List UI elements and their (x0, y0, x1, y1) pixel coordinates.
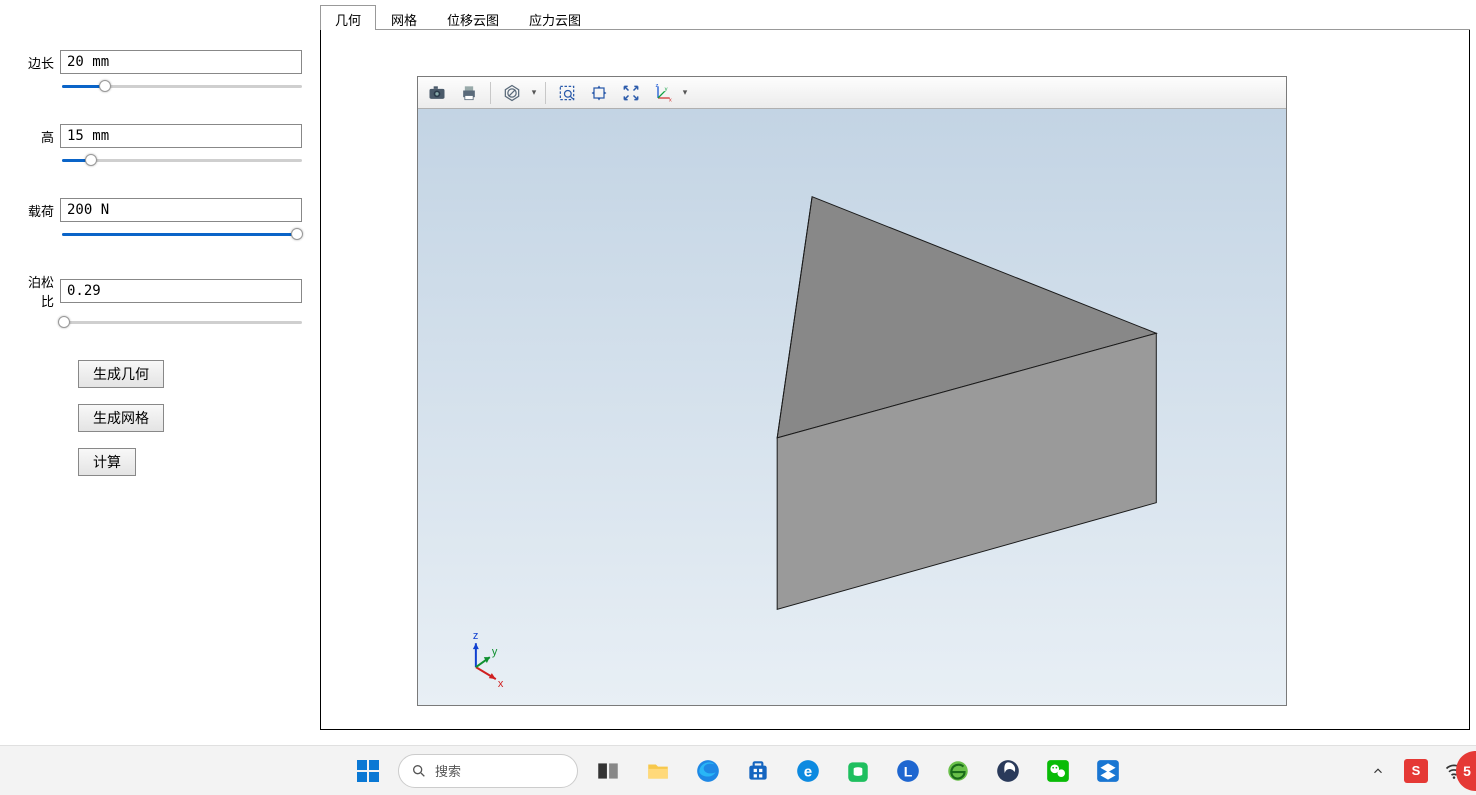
zoom-box-icon[interactable] (552, 79, 582, 107)
start-button[interactable] (348, 751, 388, 791)
poisson-slider[interactable] (62, 316, 302, 330)
tab-geometry[interactable]: 几何 (320, 5, 376, 30)
tab-displacement[interactable]: 位移云图 (432, 5, 514, 30)
dropdown-arrow-icon[interactable]: ▾ (680, 87, 690, 98)
swirl-app-icon[interactable] (988, 751, 1028, 791)
edge-length-input[interactable] (60, 50, 302, 74)
param-label: 边长 (18, 53, 60, 72)
edge-length-slider[interactable] (62, 80, 302, 94)
tab-stress[interactable]: 应力云图 (514, 5, 596, 30)
pan-icon[interactable] (584, 79, 614, 107)
search-placeholder: 搜索 (435, 761, 461, 780)
file-explorer-icon[interactable] (638, 751, 678, 791)
param-height: 高 (18, 124, 302, 168)
svg-text:5: 5 (1463, 763, 1471, 779)
print-icon[interactable] (454, 79, 484, 107)
svg-text:L: L (904, 763, 913, 779)
load-input[interactable] (60, 198, 302, 222)
svg-text:x: x (669, 97, 672, 103)
render-area[interactable]: z x y (418, 109, 1286, 705)
ime-indicator[interactable]: S (1404, 759, 1428, 783)
camera-icon[interactable] (422, 79, 452, 107)
wechat-icon[interactable] (1038, 751, 1078, 791)
taskbar-search[interactable]: 搜索 (398, 754, 578, 788)
svg-text:z: z (656, 83, 659, 89)
generate-geometry-button[interactable]: 生成几何 (78, 360, 164, 388)
param-load: 载荷 (18, 198, 302, 242)
axes-icon[interactable]: z xy (648, 79, 678, 107)
param-label: 载荷 (18, 201, 60, 220)
param-poisson: 泊松比 (18, 272, 302, 330)
windows-logo-icon (357, 760, 379, 782)
search-icon (411, 763, 427, 779)
param-label: 泊松比 (18, 272, 60, 310)
taskbar: 搜索 e L S 5 (0, 745, 1476, 795)
fit-icon[interactable] (616, 79, 646, 107)
param-label: 高 (18, 127, 60, 146)
canvas-frame: ▾ zxy ▾ (320, 30, 1470, 730)
height-input[interactable] (60, 124, 302, 148)
sidebar: 边长 高 载荷 (0, 0, 320, 745)
main-panel: 几何 网格 位移云图 应力云图 ▾ (320, 0, 1476, 745)
no-entry-icon[interactable] (497, 79, 527, 107)
toolbar-separator (490, 82, 491, 104)
axis-z-label: z (473, 630, 478, 642)
poisson-input[interactable] (60, 279, 302, 303)
load-slider[interactable] (62, 228, 302, 242)
edge-icon[interactable] (688, 751, 728, 791)
ie-icon[interactable] (938, 751, 978, 791)
axis-x-label: x (498, 678, 504, 690)
compute-button[interactable]: 计算 (78, 448, 136, 476)
app-root: 边长 高 载荷 (0, 0, 1476, 745)
toolbar-separator (545, 82, 546, 104)
param-edge-length: 边长 (18, 50, 302, 94)
height-slider[interactable] (62, 154, 302, 168)
viewer: ▾ zxy ▾ (417, 76, 1287, 706)
axis-y-label: y (492, 646, 498, 658)
dropdown-arrow-icon[interactable]: ▾ (529, 87, 539, 98)
tab-mesh[interactable]: 网格 (376, 5, 432, 30)
viewer-toolbar: ▾ z xy ▾ (418, 77, 1286, 109)
action-buttons: 生成几何 生成网格 计算 (78, 360, 302, 476)
tray-overflow-icon[interactable] (1366, 759, 1390, 783)
generate-mesh-button[interactable]: 生成网格 (78, 404, 164, 432)
tabbar: 几何 网格 位移云图 应力云图 (320, 4, 1470, 30)
circle-l-icon[interactable]: L (888, 751, 928, 791)
side-tab-icon[interactable]: 5 (1456, 751, 1476, 791)
task-view-icon[interactable] (588, 751, 628, 791)
svg-text:e: e (804, 763, 812, 780)
ms-store-icon[interactable] (738, 751, 778, 791)
browser-e-icon[interactable]: e (788, 751, 828, 791)
system-tray: S (1366, 759, 1466, 783)
svg-text:y: y (665, 86, 668, 92)
layers-app-icon[interactable] (1088, 751, 1128, 791)
chat-app-icon[interactable] (838, 751, 878, 791)
